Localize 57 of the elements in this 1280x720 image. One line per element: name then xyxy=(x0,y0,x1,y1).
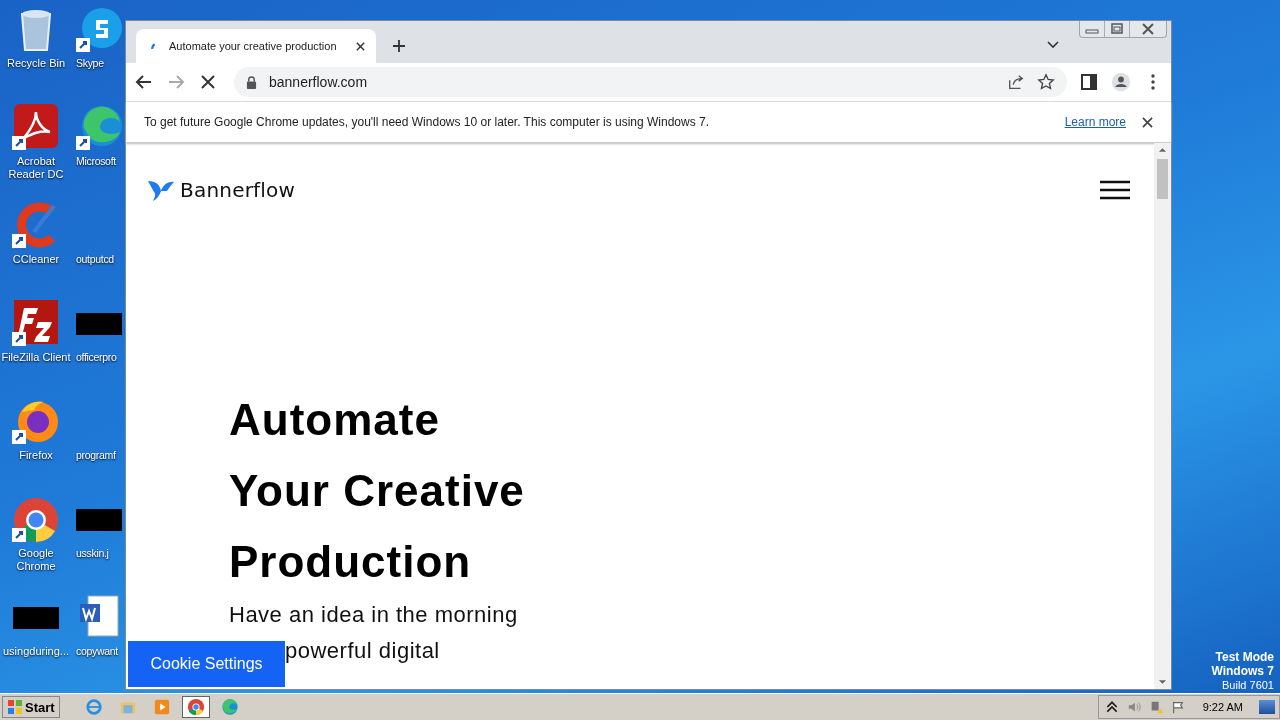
close-tab-icon[interactable] xyxy=(355,40,366,52)
test-mode-text: Build 7601 xyxy=(1222,678,1274,692)
profile-icon[interactable] xyxy=(1111,72,1131,92)
desktop-icon-label[interactable]: Acrobat Reader DC xyxy=(0,155,72,181)
test-mode-text: Windows 7 xyxy=(1211,664,1274,678)
desktop-icon-label[interactable]: copywant xyxy=(76,645,118,658)
desktop-icon-label[interactable]: Recycle Bin xyxy=(6,57,66,70)
desktop-icon-label[interactable]: Microsoft xyxy=(76,155,116,168)
share-icon[interactable] xyxy=(1007,73,1025,91)
hero-paragraph: Have an idea in the morning xyxy=(229,601,518,629)
scroll-down-icon[interactable] xyxy=(1158,679,1167,685)
desktop-icon-label[interactable]: CCleaner xyxy=(12,253,60,266)
close-icon[interactable] xyxy=(1142,116,1153,128)
desktop-icon-label[interactable]: Firefox xyxy=(19,449,53,462)
desktop-icon-label[interactable]: programf xyxy=(76,449,116,462)
headline: Your Creative xyxy=(229,465,525,517)
edge-icon[interactable] xyxy=(76,104,124,152)
start-button[interactable]: Start xyxy=(2,696,60,718)
desktop-icon-label[interactable]: usingduring... xyxy=(2,645,69,658)
taskbar-app-button[interactable] xyxy=(181,696,210,718)
clock[interactable]: 9:22 AM xyxy=(1202,701,1243,713)
flag-icon[interactable] xyxy=(1170,700,1185,714)
filezilla-icon[interactable] xyxy=(12,300,60,348)
scrollbar[interactable] xyxy=(1154,143,1171,689)
windows-logo-icon xyxy=(7,699,23,715)
edge-icon xyxy=(220,698,239,716)
desktop-icon-label[interactable]: outputcd xyxy=(76,253,114,266)
skype-icon[interactable] xyxy=(76,6,124,54)
brand-name[interactable]: Bannerflow xyxy=(180,178,296,202)
update-message: To get future Google Chrome updates, you'll need Windows 10 or later. This computer is using Windows 7. xyxy=(144,115,710,129)
loading-icon xyxy=(151,42,156,50)
chrome-icon[interactable] xyxy=(12,496,60,544)
browser-tab[interactable]: Automate your creative production xyxy=(136,29,376,63)
headline: Automate xyxy=(229,394,440,446)
internet-explorer-icon xyxy=(84,698,103,716)
menu-icon[interactable] xyxy=(1100,180,1130,200)
star-icon[interactable] xyxy=(1037,73,1055,91)
new-tab-icon[interactable] xyxy=(392,39,406,53)
test-mode-text: Test Mode xyxy=(1215,650,1274,664)
desktop-icon-label[interactable]: FileZilla Client xyxy=(1,351,71,364)
headline: Production xyxy=(229,536,472,588)
desktop-icon-label[interactable]: Google Chrome xyxy=(0,547,72,573)
side-panel-icon[interactable] xyxy=(1079,72,1099,92)
chevron-down-icon[interactable] xyxy=(1047,41,1059,49)
media-player-icon xyxy=(152,698,171,716)
desktop-icon-label[interactable]: Skype xyxy=(76,57,104,70)
acrobat-icon[interactable] xyxy=(12,104,60,152)
scrollbar-thumb[interactable] xyxy=(1157,159,1168,199)
learn-more-link[interactable]: Learn more xyxy=(1064,115,1126,129)
cookie-settings-button[interactable]: Cookie Settings xyxy=(128,641,285,687)
show-hidden-icons-icon[interactable] xyxy=(1104,700,1119,714)
lock-icon xyxy=(246,75,257,89)
scroll-up-icon[interactable] xyxy=(1158,147,1167,153)
address-bar[interactable]: bannerflow.com xyxy=(234,67,1067,97)
chrome-icon xyxy=(186,698,205,716)
desktop-icon-label[interactable]: officerpro xyxy=(76,351,117,364)
desktop-icon-label[interactable]: usskin.j xyxy=(76,547,109,560)
